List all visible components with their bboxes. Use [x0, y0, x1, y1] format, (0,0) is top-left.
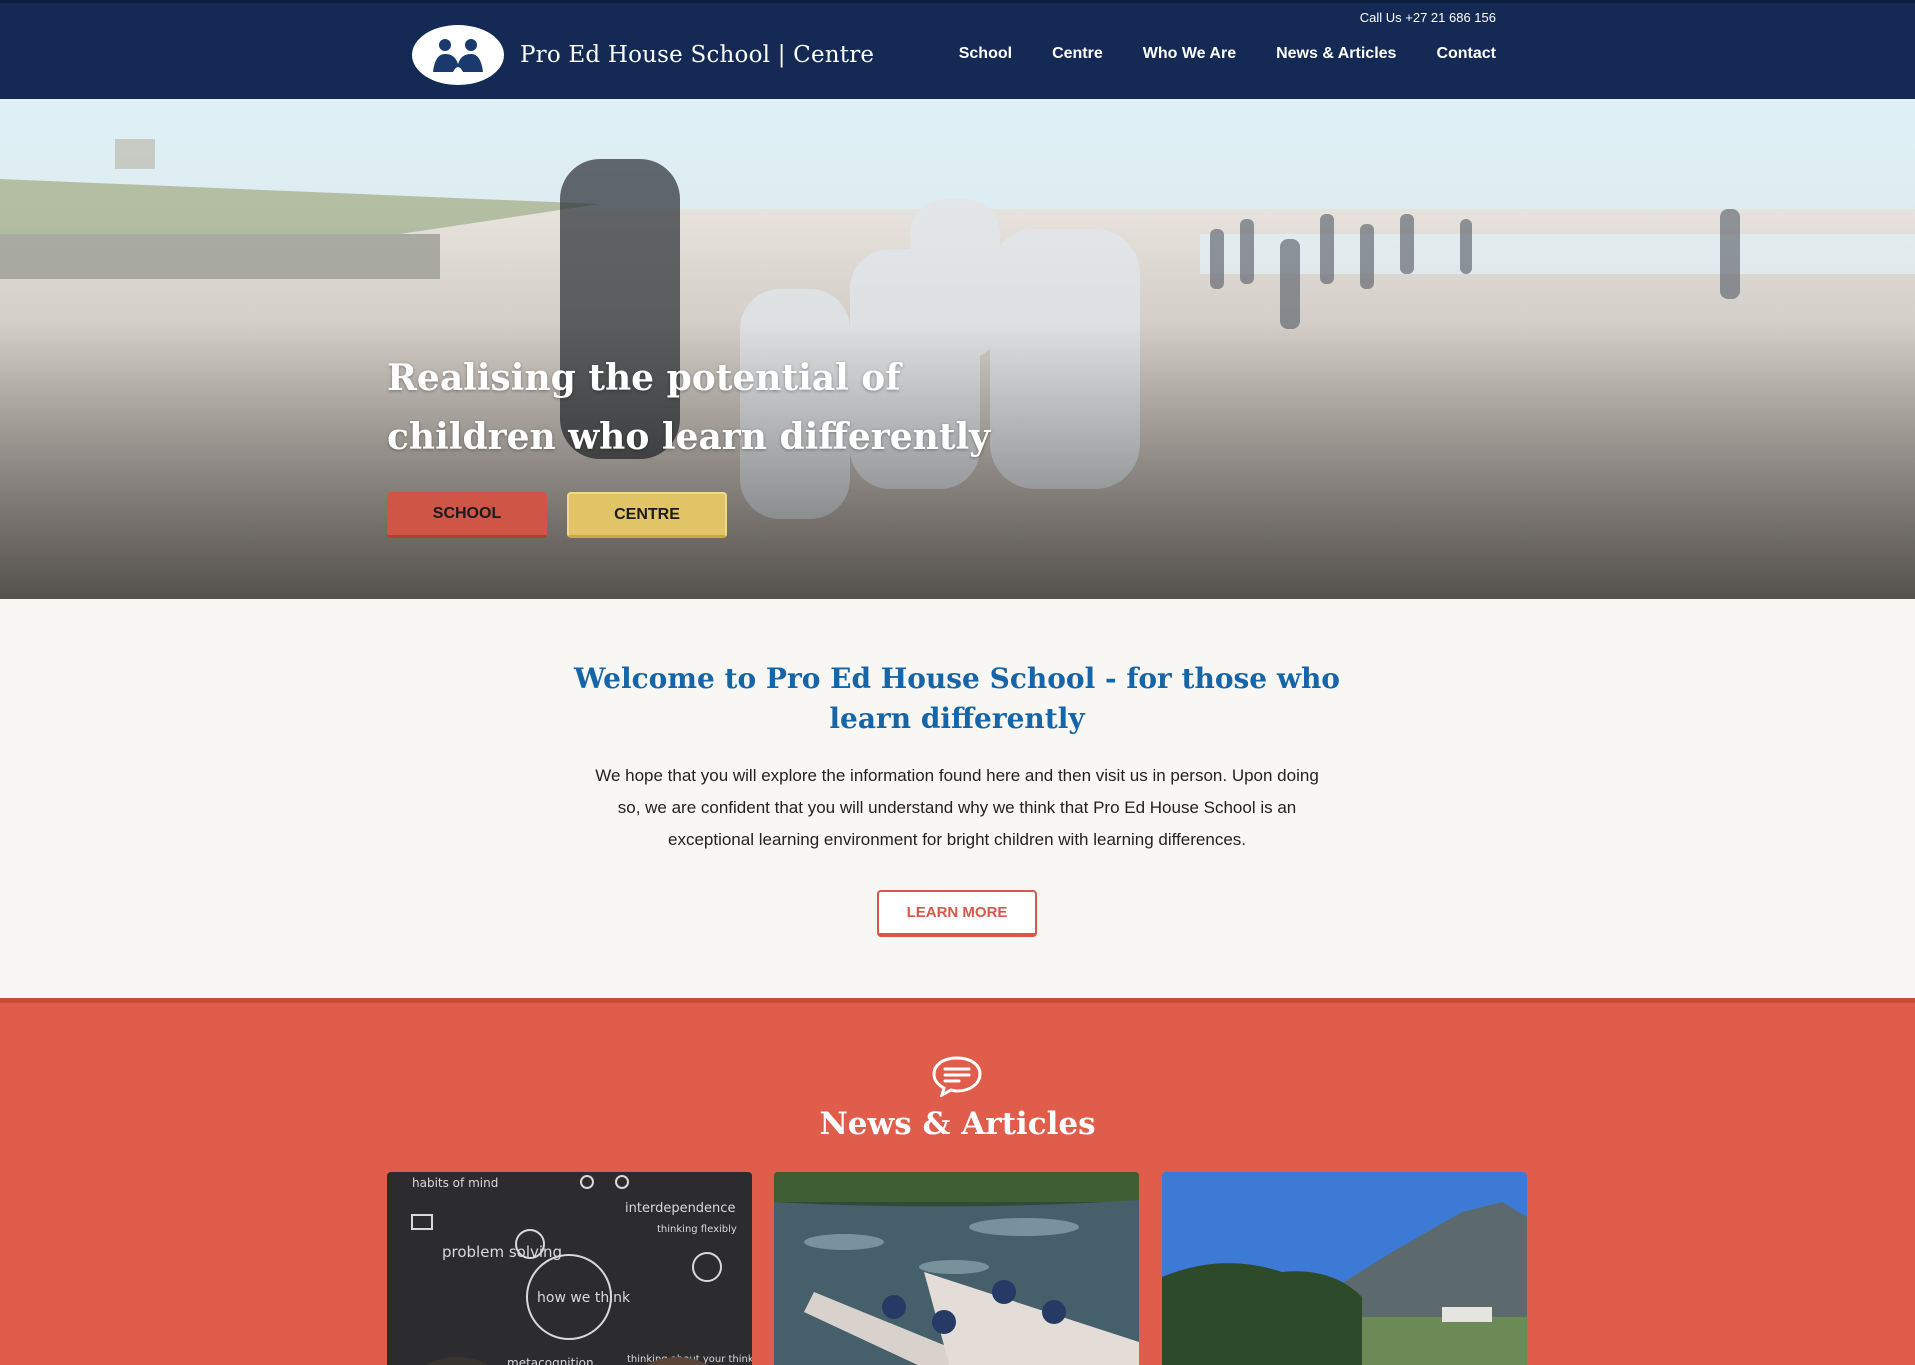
chalk-word-habits: habits of mind [412, 1176, 498, 1190]
learn-more-button[interactable]: LEARN MORE [877, 890, 1037, 937]
news-card-canoes[interactable] [774, 1172, 1139, 1365]
main-nav: School Centre Who We Are News & Articles… [919, 45, 1496, 63]
logo-emblem-icon [412, 25, 504, 85]
chalk-word-interdependence: interdependence [625, 1201, 735, 1216]
site-logo[interactable]: Pro Ed House School | Centre [412, 25, 874, 85]
hero-banner: Realising the potential of children who … [0, 99, 1915, 599]
welcome-title: Welcome to Pro Ed House School - for tho… [574, 662, 1340, 735]
nav-item-school[interactable]: School [959, 45, 1012, 63]
chalk-word-flexibly: thinking flexibly [657, 1224, 737, 1235]
news-section: News & Articles habits of mind interdepe… [0, 998, 1915, 1365]
news-card-chalkboard[interactable]: habits of mind interdependence thinking … [387, 1172, 752, 1365]
nav-item-news[interactable]: News & Articles [1276, 45, 1396, 63]
news-title: News & Articles [819, 1106, 1096, 1142]
nav-item-who-we-are[interactable]: Who We Are [1143, 45, 1236, 63]
welcome-section: Welcome to Pro Ed House School - for tho… [0, 599, 1915, 998]
phone-number[interactable]: Call Us +27 21 686 156 [1360, 10, 1496, 25]
hero-headline: Realising the potential of children who … [387, 357, 991, 458]
chalk-word-problem-solving: problem solving [442, 1243, 562, 1261]
speech-bubble-icon [932, 1056, 982, 1097]
site-title: Pro Ed House School | Centre [520, 42, 875, 68]
hero-school-button[interactable]: SCHOOL [387, 492, 547, 538]
chalk-word-metacognition: metacognition [507, 1356, 594, 1365]
chalk-word-how-we-think: how we think [537, 1290, 631, 1306]
news-card-mountain[interactable] [1162, 1172, 1527, 1365]
canoes-image [774, 1172, 1139, 1365]
mountain-field-image [1162, 1172, 1527, 1365]
welcome-text: We hope that you will explore the inform… [595, 766, 1319, 849]
hero-centre-button[interactable]: CENTRE [567, 492, 727, 538]
nav-item-contact[interactable]: Contact [1436, 45, 1496, 63]
chalkboard-image: habits of mind interdependence thinking … [387, 1172, 752, 1365]
nav-item-centre[interactable]: Centre [1052, 45, 1103, 63]
site-header: Pro Ed House School | Centre Call Us +27… [0, 0, 1915, 99]
